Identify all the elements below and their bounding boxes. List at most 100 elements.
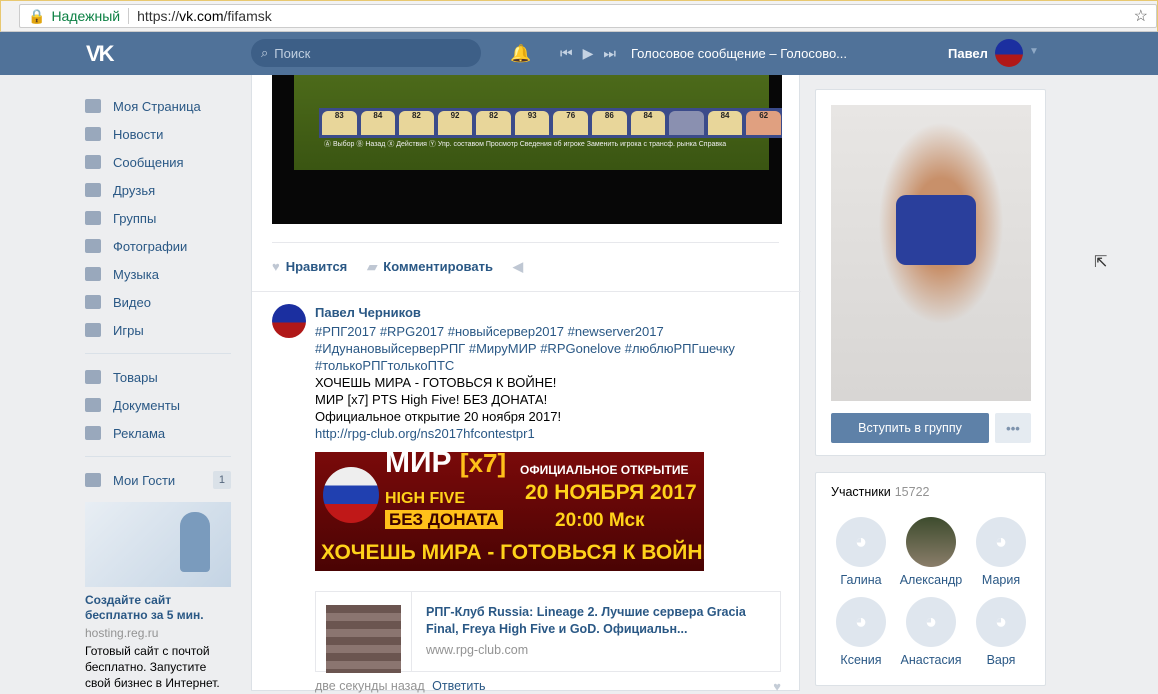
notifications-bell-icon[interactable]: 🔔 (510, 44, 531, 64)
member-item[interactable]: ◕ Галина (826, 517, 896, 587)
sidebar-item-news[interactable]: Новости (85, 120, 231, 148)
post-body: Павел Черников #РПГ2017 #RPG2017 #новыйс… (315, 304, 785, 673)
address-bar[interactable]: 🔒 Надежный https://vk.com/fifamsk ☆ (19, 4, 1157, 28)
post-author[interactable]: Павел Черников (315, 304, 785, 321)
browser-toolbar: 🔒 Надежный https://vk.com/fifamsk ☆ (0, 0, 1158, 32)
snippet-title[interactable]: РПГ-Клуб Russia: Lineage 2. Лучшие серве… (426, 604, 766, 638)
sidebar-item-friends[interactable]: Друзья (85, 176, 231, 204)
heart-icon: ♥ (272, 259, 280, 274)
lock-icon: 🔒 (28, 7, 46, 24)
megaphone-icon: ◀ (512, 259, 523, 274)
friends-icon (85, 183, 101, 197)
card: 84 (630, 111, 666, 135)
card: 83 (322, 111, 357, 135)
post-banner-image[interactable]: МИР [x7] HIGH FIVE БЕЗ ДОНАТА ОФИЦИАЛЬНО… (315, 452, 704, 571)
url-path: /fifamsk (223, 8, 272, 24)
comment-button[interactable]: ▰ Комментировать (367, 259, 493, 275)
card: 82 (399, 111, 434, 135)
sidebar-item-photos[interactable]: Фотографии (85, 232, 231, 260)
sidebar-item-my-page[interactable]: Моя Страница (85, 92, 231, 120)
members-count: 15722 (894, 485, 930, 499)
default-avatar-icon: ◕ (976, 517, 1026, 567)
current-track[interactable]: Голосовое сообщение – Голосово... (631, 46, 847, 61)
next-track-icon[interactable]: ⏭ (603, 45, 616, 62)
music-icon (85, 267, 101, 281)
apps-grid-icon (85, 473, 101, 487)
guests-count-badge: 1 (212, 471, 231, 489)
sidebar-item-documents[interactable]: Документы (85, 391, 231, 419)
bookmark-star-icon[interactable]: ☆ (1134, 6, 1148, 26)
link-snippet[interactable]: РПГ-Клуб Russia: Lineage 2. Лучшие серве… (315, 591, 781, 673)
default-avatar-icon: ◕ (976, 597, 1026, 647)
members-header[interactable]: Участники 15722 (831, 485, 929, 499)
group-cover-panel: Вступить в группу ••• (815, 89, 1046, 456)
sidebar-item-groups[interactable]: Группы (85, 204, 231, 232)
card: 82 (476, 111, 511, 135)
home-icon (85, 99, 101, 113)
post-line: Официальное открытие 20 ноября 2017! (315, 409, 562, 424)
search-icon: ⌕ (261, 45, 269, 60)
user-name[interactable]: Павел (948, 46, 988, 61)
member-item[interactable]: ◕ Ксения (826, 597, 896, 667)
card: 76 (553, 111, 589, 135)
comment-label: Комментировать (383, 259, 493, 274)
audio-player: ⏮ ▶ ⏭ (560, 45, 616, 62)
globe-logo (323, 467, 379, 523)
player-cards: 83 84 82 92 82 93 76 86 84 84 62 (319, 108, 782, 138)
group-avatar-photo[interactable] (831, 105, 1031, 401)
sidebar-item-label: Мои Гости (113, 472, 176, 488)
sidebar-item-label: Музыка (113, 266, 159, 282)
game-controls-hint: Ⓐ Выбор Ⓑ Назад Ⓧ Действия Ⓨ Упр. состав… (324, 141, 727, 148)
sidebar-item-guests[interactable]: Мои Гости 1 (85, 466, 231, 494)
heart-icon[interactable]: ♥ (773, 679, 781, 694)
sidebar-item-goods[interactable]: Товары (85, 363, 231, 391)
member-item[interactable]: ◕ Мария (966, 517, 1036, 587)
post-photo[interactable]: 83 84 82 92 82 93 76 86 84 84 62 Ⓐ Выбор Ⓑ Назад Ⓧ… (272, 75, 782, 224)
search-input[interactable]: ⌕ Поиск (251, 39, 481, 67)
member-item[interactable]: ◕ Анастасия (896, 597, 966, 667)
groups-icon (85, 211, 101, 225)
sidebar-ad[interactable]: Создайте сайт бесплатно за 5 мин. hostin… (85, 502, 231, 691)
card: 86 (592, 111, 627, 135)
author-avatar[interactable] (272, 304, 306, 338)
sidebar-item-label: Фотографии (113, 238, 188, 254)
ad-title[interactable]: Создайте сайт бесплатно за 5 мин. (85, 593, 231, 623)
like-button[interactable]: ♥ Нравится (272, 259, 347, 275)
sidebar-item-label: Игры (113, 322, 144, 338)
post-link[interactable]: http://rpg-club.org/ns2017hfcontestpr1 (315, 425, 785, 442)
banner-donat: БЕЗ ДОНАТА (385, 510, 503, 529)
bag-icon (85, 370, 101, 384)
url-text[interactable]: https://vk.com/fifamsk (137, 8, 272, 24)
vk-logo[interactable]: VK (86, 41, 115, 67)
ad-image[interactable] (85, 502, 231, 587)
member-name: Анастасия (900, 653, 962, 667)
messages-icon (85, 155, 101, 169)
sidebar-item-ads[interactable]: Реклама (85, 419, 231, 447)
sidebar-item-games[interactable]: Игры (85, 316, 231, 344)
member-item[interactable]: ◕ Варя (966, 597, 1036, 667)
comment-icon: ▰ (367, 259, 378, 274)
divider (85, 456, 231, 457)
sidebar-item-label: Сообщения (113, 154, 184, 170)
prev-track-icon[interactable]: ⏮ (560, 45, 573, 62)
post-actions: ♥ Нравится ▰ Комментировать ◀ (272, 242, 779, 275)
card: 92 (437, 111, 473, 135)
user-avatar[interactable] (995, 39, 1023, 67)
avatar (906, 517, 956, 567)
post-hashtags[interactable]: #РПГ2017 #RPG2017 #новыйсервер2017 #news… (315, 323, 785, 374)
join-group-button[interactable]: Вступить в группу (831, 413, 989, 443)
ad-url: hosting.reg.ru (85, 626, 159, 640)
member-name: Мария (981, 573, 1021, 587)
member-item[interactable]: Александр (896, 517, 966, 587)
chevron-down-icon[interactable]: ▼ (1029, 46, 1039, 57)
sidebar-item-music[interactable]: Музыка (85, 260, 231, 288)
sidebar-item-video[interactable]: Видео (85, 288, 231, 316)
sidebar-item-messages[interactable]: Сообщения (85, 148, 231, 176)
banner-mir: МИР (385, 452, 452, 479)
sidebar-item-label: Товары (113, 369, 158, 385)
share-button[interactable]: ◀ (513, 259, 529, 275)
vk-header: VK ⌕ Поиск 🔔 ⏮ ▶ ⏭ Голосовое сообщение – Го… (0, 32, 1158, 75)
sidebar-item-label: Реклама (113, 425, 166, 441)
play-icon[interactable]: ▶ (583, 45, 594, 62)
more-actions-button[interactable]: ••• (995, 413, 1031, 443)
